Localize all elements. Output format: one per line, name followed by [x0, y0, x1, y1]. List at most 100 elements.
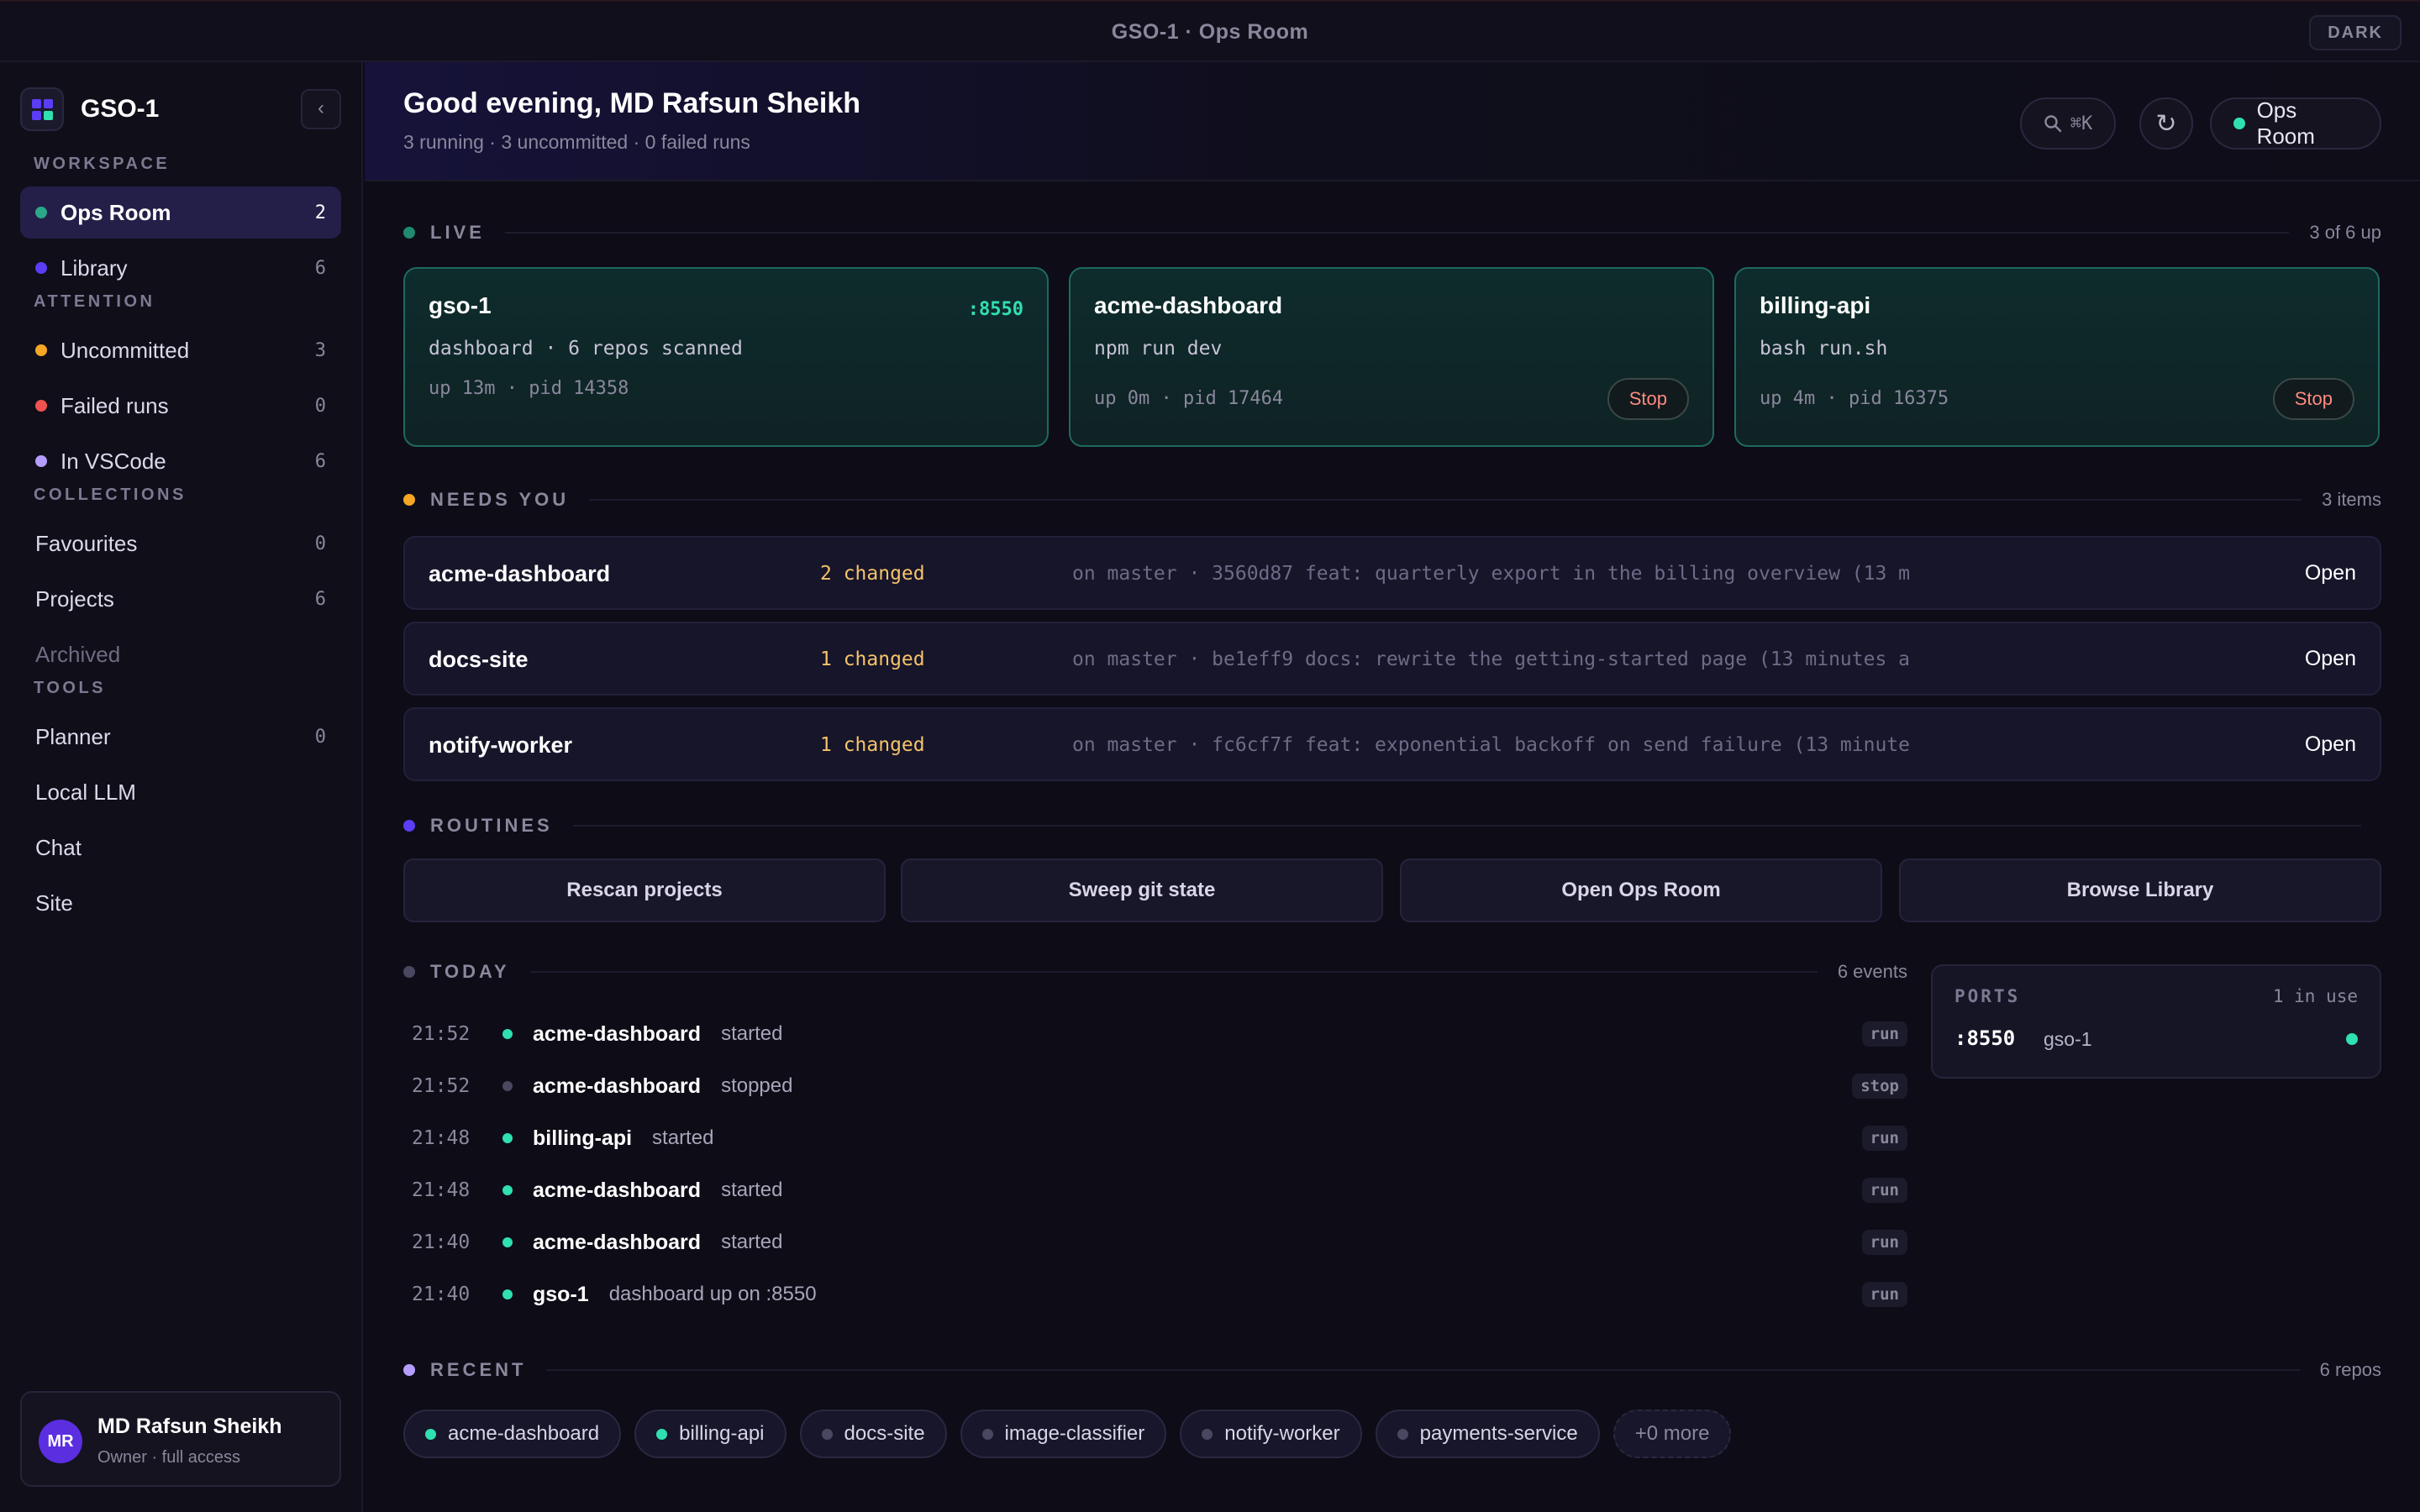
live-card-command: bash run.sh	[1760, 338, 1888, 360]
status-dot	[502, 1237, 513, 1247]
port-owner: gso-1	[2044, 1028, 2092, 1050]
collapse-sidebar-button[interactable]: ‹	[301, 89, 341, 129]
sidebar-item-uncommitted[interactable]: Uncommitted 3	[20, 324, 341, 376]
more-repos-button[interactable]: +0 more	[1612, 1410, 1732, 1458]
search-button[interactable]: ⌘K	[2020, 97, 2116, 150]
sidebar-item-label: Chat	[35, 834, 82, 860]
section-meta: 3 of 6 up	[2309, 222, 2381, 243]
sidebar-item-failed-runs[interactable]: Failed runs 0	[20, 380, 341, 432]
section-header-needs-you: NEEDS YOU 3 items	[403, 489, 2381, 511]
rescan-projects-button[interactable]: Rescan projects	[403, 858, 886, 922]
sidebar-item-library[interactable]: Library 6	[20, 242, 341, 294]
event-repo: acme-dashboard	[533, 1074, 702, 1098]
event-repo: acme-dashboard	[533, 1230, 702, 1254]
sidebar-item-archived[interactable]: Archived	[20, 628, 341, 680]
sidebar: GSO-1 ‹ WORKSPACE Ops Room 2 Library 6 A…	[0, 62, 363, 1512]
divider	[529, 971, 1818, 973]
sidebar-item-count: 0	[314, 533, 326, 554]
live-card-acme-dashboard[interactable]: acme-dashboard npm run dev up 0m · pid 1…	[1069, 267, 1714, 447]
sidebar-item-count: 0	[314, 395, 326, 417]
sidebar-item-planner[interactable]: Planner 0	[20, 711, 341, 763]
sidebar-item-count: 6	[314, 450, 326, 472]
page-title: Good evening, MD Rafsun Sheikh	[403, 87, 861, 119]
event-tag: run	[1861, 1230, 1907, 1255]
status-dot	[821, 1428, 833, 1440]
open-button[interactable]: Open	[2305, 561, 2356, 585]
stop-button[interactable]: Stop	[2272, 378, 2354, 420]
search-icon	[2044, 115, 2061, 133]
live-card-name: gso-1	[429, 292, 492, 318]
status-dot	[425, 1428, 436, 1440]
table-row[interactable]: 21:52 acme-dashboard stopped stop	[403, 1060, 1907, 1112]
section-label-attention: ATTENTION	[34, 292, 155, 311]
chip-label: acme-dashboard	[448, 1422, 600, 1445]
sidebar-item-local-llm[interactable]: Local LLM	[20, 766, 341, 818]
recent-repo-chip[interactable]: acme-dashboard	[403, 1410, 622, 1458]
main-content: Good evening, MD Rafsun Sheikh 3 running…	[365, 62, 2420, 1512]
refresh-button[interactable]: ↻	[2139, 97, 2193, 150]
recent-repo-chip[interactable]: billing-api	[634, 1410, 786, 1458]
table-row[interactable]: 21:40 acme-dashboard started run	[403, 1216, 1907, 1268]
sidebar-item-projects[interactable]: Projects 6	[20, 573, 341, 625]
sweep-git-state-button[interactable]: Sweep git state	[901, 858, 1383, 922]
list-item[interactable]: notify-worker 1 changed on master · fc6c…	[403, 707, 2381, 781]
event-time: 21:40	[412, 1231, 471, 1253]
status-dot	[2233, 118, 2245, 129]
ops-room-button[interactable]: Ops Room	[2210, 97, 2381, 150]
event-tag: run	[1861, 1178, 1907, 1203]
status-dot	[981, 1428, 993, 1440]
event-repo: acme-dashboard	[533, 1178, 702, 1202]
sidebar-item-count: 0	[314, 726, 326, 748]
sidebar-item-label: Favourites	[35, 530, 138, 556]
live-card-name: billing-api	[1760, 292, 1871, 318]
status-dot	[1202, 1428, 1213, 1440]
ports-panel: PORTS 1 in use :8550 gso-1	[1931, 964, 2381, 1079]
section-title: RECENT	[430, 1359, 527, 1380]
status-dot	[656, 1428, 668, 1440]
repo-name: acme-dashboard	[429, 561, 611, 586]
sidebar-item-chat[interactable]: Chat	[20, 822, 341, 874]
stop-button[interactable]: Stop	[1607, 378, 1689, 420]
table-row[interactable]: 21:48 billing-api started run	[403, 1112, 1907, 1164]
table-row[interactable]: 21:52 acme-dashboard started run	[403, 1008, 1907, 1060]
sidebar-item-site[interactable]: Site	[20, 877, 341, 929]
sidebar-item-label: Site	[35, 890, 73, 916]
sidebar-item-count: 3	[314, 339, 326, 361]
browse-library-button[interactable]: Browse Library	[1899, 858, 2381, 922]
event-time: 21:40	[412, 1284, 471, 1305]
section-meta: 6 events	[1837, 961, 1907, 982]
sidebar-item-label: Planner	[35, 723, 111, 749]
sidebar-item-count: 6	[314, 257, 326, 279]
divider	[546, 1369, 2300, 1371]
recent-repo-chip[interactable]: notify-worker	[1180, 1410, 1362, 1458]
list-item[interactable]: docs-site 1 changed on master · be1eff9 …	[403, 622, 2381, 696]
open-ops-room-button[interactable]: Open Ops Room	[1400, 858, 1882, 922]
sidebar-item-in-vscode[interactable]: In VSCode 6	[20, 435, 341, 487]
section-title: NEEDS YOU	[430, 489, 570, 510]
user-profile-card[interactable]: MR MD Rafsun Sheikh Owner · full access	[20, 1391, 341, 1487]
recent-repo-chip[interactable]: docs-site	[799, 1410, 947, 1458]
recent-repo-chip[interactable]: image-classifier	[960, 1410, 1167, 1458]
chip-label: billing-api	[679, 1422, 765, 1445]
section-label-collections: COLLECTIONS	[34, 486, 187, 504]
chip-label: docs-site	[844, 1422, 925, 1445]
status-dot	[502, 1081, 513, 1091]
event-action: stopped	[721, 1074, 793, 1097]
live-card-info: up 13m · pid 14358	[429, 378, 629, 399]
table-row[interactable]: 21:48 acme-dashboard started run	[403, 1164, 1907, 1216]
live-card-gso-1[interactable]: gso-1 :8550 dashboard · 6 repos scanned …	[403, 267, 1049, 447]
live-card-billing-api[interactable]: billing-api bash run.sh up 4m · pid 1637…	[1734, 267, 2380, 447]
open-button[interactable]: Open	[2305, 647, 2356, 671]
theme-toggle-button[interactable]: DARK	[2309, 15, 2402, 50]
app-logo-icon	[20, 87, 64, 131]
sidebar-item-label: Ops Room	[60, 199, 171, 225]
list-item[interactable]: acme-dashboard 2 changed on master · 356…	[403, 536, 2381, 610]
recent-repo-chip[interactable]: payments-service	[1375, 1410, 1600, 1458]
open-button[interactable]: Open	[2305, 732, 2356, 757]
repo-name: notify-worker	[429, 732, 573, 758]
table-row[interactable]: 21:40 gso-1 dashboard up on :8550 run	[403, 1268, 1907, 1320]
sidebar-item-label: In VSCode	[60, 448, 166, 474]
sidebar-item-ops-room[interactable]: Ops Room 2	[20, 186, 341, 239]
brand[interactable]: GSO-1	[20, 87, 159, 131]
sidebar-item-favourites[interactable]: Favourites 0	[20, 517, 341, 570]
